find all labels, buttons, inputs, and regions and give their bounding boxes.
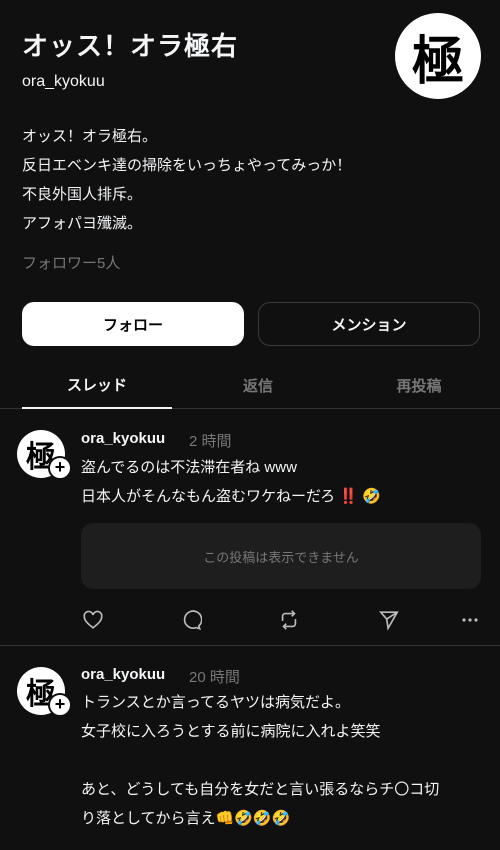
mention-button[interactable]: メンション <box>258 302 480 346</box>
tab-threads[interactable]: スレッド <box>22 362 172 409</box>
hidden-post-notice: この投稿は表示できません <box>81 523 481 589</box>
post-line <box>81 746 439 775</box>
bio-line: アフォパヨ殲滅。 <box>22 215 143 232</box>
post-text: トランスとか言ってるヤツは病気だよ。 女子校に入ろうとする前に病院に入れよ笑笑 … <box>81 688 439 833</box>
double-exclamation-emoji: ‼️ <box>339 488 358 505</box>
followers-count[interactable]: フォロワー5人 <box>22 252 120 273</box>
post-author[interactable]: ora_kyokuu <box>81 430 165 447</box>
post-line: り落としてから言え👊🤣🤣🤣 <box>81 804 439 833</box>
heart-icon[interactable] <box>81 608 105 632</box>
post-line-text: り落としてから言え <box>81 810 216 827</box>
post-line-text: 日本人がそんなもん盗むワケねーだろ <box>81 488 336 505</box>
post-line: 盗んでるのは不法滞在者ね www <box>81 459 297 476</box>
profile-handle[interactable]: ora_kyokuu <box>22 73 105 91</box>
bio-line: オッス！オラ極右。 <box>22 128 158 145</box>
post-time: 20 時間 <box>189 669 240 686</box>
post-line: 女子校に入ろうとする前に病院に入れよ笑笑 <box>81 723 381 740</box>
post-text: 盗んでるのは不法滞在者ね www 日本人がそんなもん盗むワケねーだろ ‼️ 🤣 <box>81 453 381 511</box>
emoji-group: 👊🤣🤣🤣 <box>215 810 291 827</box>
thread-post: 極 + ora_kyokuu 2 時間 盗んでるのは不法滞在者ね www 日本人… <box>0 410 500 650</box>
comment-icon[interactable] <box>179 608 203 632</box>
bio-line: 不良外国人排斥。 <box>22 186 143 203</box>
more-icon[interactable] <box>458 608 482 632</box>
post-line: トランスとか言ってるヤツは病気だよ。 <box>81 694 350 711</box>
rofl-emoji: 🤣 <box>362 488 381 505</box>
post-time: 2 時間 <box>189 433 232 450</box>
profile-tabs: スレッド 返信 再投稿 <box>0 362 500 409</box>
profile-bio: オッス！オラ極右。 反日エベンキ達の掃除をいっちょやってみっか！ 不良外国人排斥… <box>22 122 351 238</box>
post-line: 日本人がそんなもん盗むワケねーだろ ‼️ 🤣 <box>81 482 381 511</box>
bio-line: 反日エベンキ達の掃除をいっちょやってみっか！ <box>22 157 352 174</box>
post-author[interactable]: ora_kyokuu <box>81 666 165 683</box>
repost-icon[interactable] <box>277 608 301 632</box>
profile-name: オッス！オラ極右 <box>22 31 239 61</box>
follow-button[interactable]: フォロー <box>22 302 244 346</box>
post-line: あと、どうしても自分を女だと言い張るならチ〇コ切 <box>81 781 440 798</box>
send-icon[interactable] <box>377 608 401 632</box>
follow-plus-icon[interactable]: + <box>48 693 72 717</box>
post-actions <box>81 608 481 632</box>
profile-avatar[interactable]: 極 <box>395 13 481 99</box>
tab-reposts[interactable]: 再投稿 <box>344 362 494 408</box>
thread-post: 極 + ora_kyokuu 20 時間 トランスとか言ってるヤツは病気だよ。 … <box>0 646 500 850</box>
tab-replies[interactable]: 返信 <box>183 362 333 408</box>
follow-plus-icon[interactable]: + <box>48 456 72 480</box>
